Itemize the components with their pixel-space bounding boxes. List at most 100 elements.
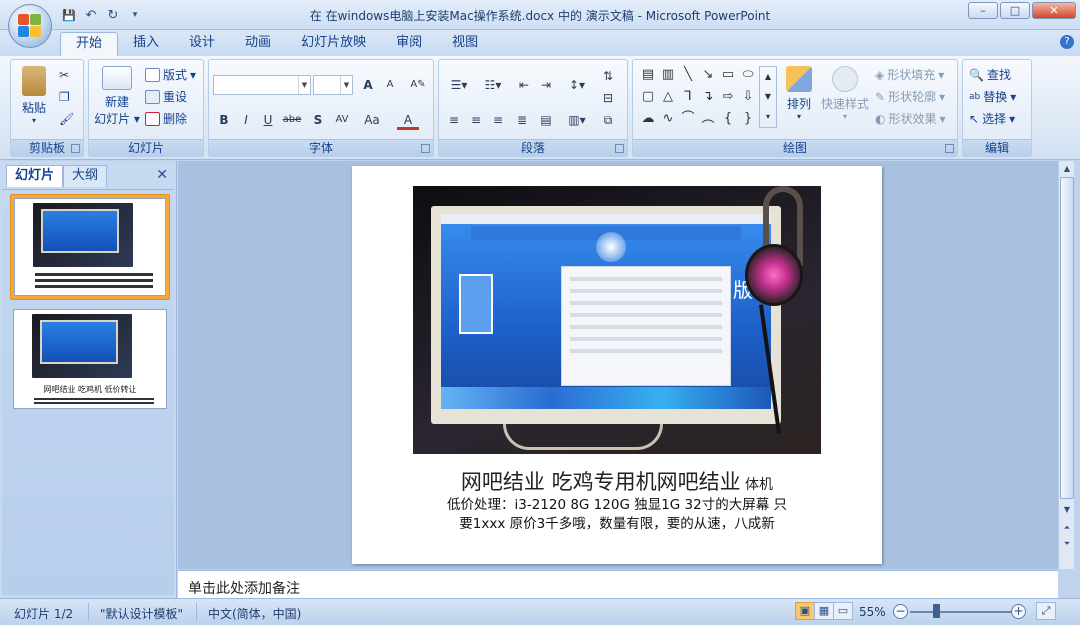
normal-view-icon[interactable]: ▣ bbox=[795, 602, 815, 620]
underline-button[interactable]: U bbox=[257, 110, 279, 130]
freeform-shape-icon[interactable]: ☁ bbox=[639, 110, 657, 128]
help-icon[interactable]: ? bbox=[1060, 35, 1074, 49]
slide-sorter-view-icon[interactable]: ▦ bbox=[814, 602, 834, 620]
italic-button[interactable]: I bbox=[235, 110, 257, 130]
decrease-indent-icon[interactable]: ⇤ bbox=[513, 75, 535, 95]
columns-icon[interactable]: ▥▾ bbox=[561, 110, 593, 130]
down-arrow-shape-icon[interactable]: ⇩ bbox=[739, 88, 757, 106]
office-button[interactable] bbox=[8, 4, 52, 48]
line-shape-icon[interactable]: ╲ bbox=[679, 66, 697, 84]
tab-review[interactable]: 审阅 bbox=[381, 32, 437, 56]
zoom-slider-thumb[interactable] bbox=[933, 604, 940, 618]
zoom-in-icon[interactable]: + bbox=[1011, 604, 1026, 619]
tab-outline-pane[interactable]: 大纲 bbox=[63, 165, 108, 187]
maximize-button[interactable]: □ bbox=[1000, 2, 1030, 19]
align-right-icon[interactable]: ≡ bbox=[487, 110, 509, 130]
vertical-scrollbar[interactable]: ▲ ▼ ⏶ ⏷ bbox=[1058, 161, 1074, 569]
font-launcher-icon[interactable] bbox=[421, 144, 430, 153]
elbow-arrow-shape-icon[interactable]: ↴ bbox=[699, 88, 717, 106]
numbering-icon[interactable]: ☷▾ bbox=[477, 75, 509, 95]
reset-button[interactable]: 重设 bbox=[145, 88, 187, 105]
shapes-more-icon[interactable]: ▲ ▼ ▾ bbox=[759, 66, 777, 128]
close-pane-icon[interactable]: ✕ bbox=[156, 167, 168, 183]
new-slide-button[interactable]: 新建 幻灯片 ▾ bbox=[93, 66, 141, 127]
cut-icon[interactable]: ✂ bbox=[59, 68, 69, 82]
tab-insert[interactable]: 插入 bbox=[118, 32, 174, 56]
char-spacing-button[interactable]: AV bbox=[331, 110, 353, 130]
close-button[interactable]: ✕ bbox=[1032, 2, 1076, 19]
curve-shape-icon[interactable]: ∿ bbox=[659, 110, 677, 128]
vertical-textbox-shape-icon[interactable]: ▥ bbox=[659, 66, 677, 84]
format-painter-icon[interactable]: 🖌 bbox=[59, 112, 74, 126]
rounded-rect-shape-icon[interactable]: ▢ bbox=[639, 88, 657, 106]
zoom-out-icon[interactable]: − bbox=[893, 604, 908, 619]
elbow-connector-shape-icon[interactable]: ⅂ bbox=[679, 88, 697, 106]
tab-animations[interactable]: 动画 bbox=[230, 32, 286, 56]
smartart-icon[interactable]: ⧉ bbox=[597, 110, 619, 130]
textbox-shape-icon[interactable]: ▤ bbox=[639, 66, 657, 84]
drawing-launcher-icon[interactable] bbox=[945, 144, 954, 153]
replace-button[interactable]: ab 替换 ▾ bbox=[969, 88, 1016, 105]
scroll-thumb[interactable] bbox=[1060, 177, 1074, 499]
tab-view[interactable]: 视图 bbox=[437, 32, 493, 56]
fit-to-window-icon[interactable]: ⤢ bbox=[1036, 602, 1056, 620]
slide-body-text[interactable]: 低价处理：i3-2120 8G 120G 独显1G 32寸的大屏幕 只 要1xx… bbox=[422, 496, 812, 534]
triangle-shape-icon[interactable]: △ bbox=[659, 88, 677, 106]
scroll-down-icon[interactable]: ▼ bbox=[1060, 503, 1074, 517]
paste-button[interactable]: 粘贴 ▾ bbox=[17, 66, 51, 125]
rectangle-shape-icon[interactable]: ▭ bbox=[719, 66, 737, 84]
arrow-line-shape-icon[interactable]: ↘ bbox=[699, 66, 717, 84]
layout-button[interactable]: 版式 ▾ bbox=[145, 66, 196, 83]
justify-icon[interactable]: ≣ bbox=[511, 110, 533, 130]
bullets-icon[interactable]: ☰▾ bbox=[443, 75, 475, 95]
line-spacing-icon[interactable]: ↕▾ bbox=[561, 75, 593, 95]
grow-font-icon[interactable]: A bbox=[357, 75, 379, 95]
font-color-button[interactable]: A bbox=[397, 110, 419, 130]
tab-design[interactable]: 设计 bbox=[174, 32, 230, 56]
shrink-font-icon[interactable]: A bbox=[379, 75, 401, 95]
zoom-slider[interactable] bbox=[910, 611, 1014, 613]
text-direction-icon[interactable]: ⇅ bbox=[597, 66, 619, 86]
current-slide[interactable]: 版 网吧结业 吃鸡专用机网吧结业 体机 低价处理：i3-2120 8G 120G… bbox=[352, 166, 882, 564]
left-brace-shape-icon[interactable]: { bbox=[719, 110, 737, 128]
oval-shape-icon[interactable]: ⬭ bbox=[739, 66, 757, 84]
distribute-icon[interactable]: ▤ bbox=[535, 110, 557, 130]
select-button[interactable]: ↖ 选择 ▾ bbox=[969, 110, 1015, 127]
zoom-level[interactable]: 55% bbox=[859, 605, 886, 619]
clipboard-launcher-icon[interactable] bbox=[71, 144, 80, 153]
quick-styles-button[interactable]: 快速样式 ▾ bbox=[819, 66, 871, 121]
arc-shape-icon[interactable]: ⌒ bbox=[679, 110, 697, 128]
shape-fill-button[interactable]: ◈ 形状填充 ▾ bbox=[875, 66, 944, 83]
slide-photo[interactable]: 版 bbox=[413, 186, 821, 454]
copy-icon[interactable]: ❐ bbox=[59, 90, 70, 104]
wave-shape-icon[interactable]: ︵ bbox=[699, 110, 717, 128]
notes-pane[interactable]: 单击此处添加备注 bbox=[178, 570, 1058, 598]
align-text-icon[interactable]: ⊟ bbox=[597, 88, 619, 108]
arrange-button[interactable]: 排列 ▾ bbox=[781, 66, 817, 121]
slide-thumbnail-2[interactable]: 网吧结业 吃鸡机 低价转让 bbox=[10, 306, 170, 412]
previous-slide-icon[interactable]: ⏶ bbox=[1060, 521, 1074, 535]
shape-effects-button[interactable]: ◐ 形状效果 ▾ bbox=[875, 110, 946, 127]
theme-name[interactable]: "默认设计模板" bbox=[100, 605, 183, 622]
delete-slide-button[interactable]: 删除 bbox=[145, 110, 187, 127]
slide-thumbnail-1[interactable] bbox=[10, 194, 170, 300]
right-arrow-shape-icon[interactable]: ⇨ bbox=[719, 88, 737, 106]
font-name-combo[interactable]: ▼ bbox=[213, 75, 311, 95]
minimize-button[interactable]: – bbox=[968, 2, 998, 19]
increase-indent-icon[interactable]: ⇥ bbox=[535, 75, 557, 95]
language-indicator[interactable]: 中文(简体，中国) bbox=[208, 605, 301, 622]
slideshow-view-icon[interactable]: ▭ bbox=[833, 602, 853, 620]
align-center-icon[interactable]: ≡ bbox=[465, 110, 487, 130]
scroll-up-icon[interactable]: ▲ bbox=[1060, 162, 1074, 176]
right-brace-shape-icon[interactable]: } bbox=[739, 110, 757, 128]
slide-title[interactable]: 网吧结业 吃鸡专用机网吧结业 体机 bbox=[372, 466, 862, 496]
find-button[interactable]: 🔍 查找 bbox=[969, 66, 1011, 83]
next-slide-icon[interactable]: ⏷ bbox=[1060, 537, 1074, 551]
font-size-combo[interactable]: ▼ bbox=[313, 75, 353, 95]
bold-button[interactable]: B bbox=[213, 110, 235, 130]
align-left-icon[interactable]: ≡ bbox=[443, 110, 465, 130]
shape-outline-button[interactable]: ✎ 形状轮廓 ▾ bbox=[875, 88, 945, 105]
tab-slides-pane[interactable]: 幻灯片 bbox=[6, 165, 64, 187]
shadow-button[interactable]: S bbox=[307, 110, 329, 130]
paragraph-launcher-icon[interactable] bbox=[615, 144, 624, 153]
